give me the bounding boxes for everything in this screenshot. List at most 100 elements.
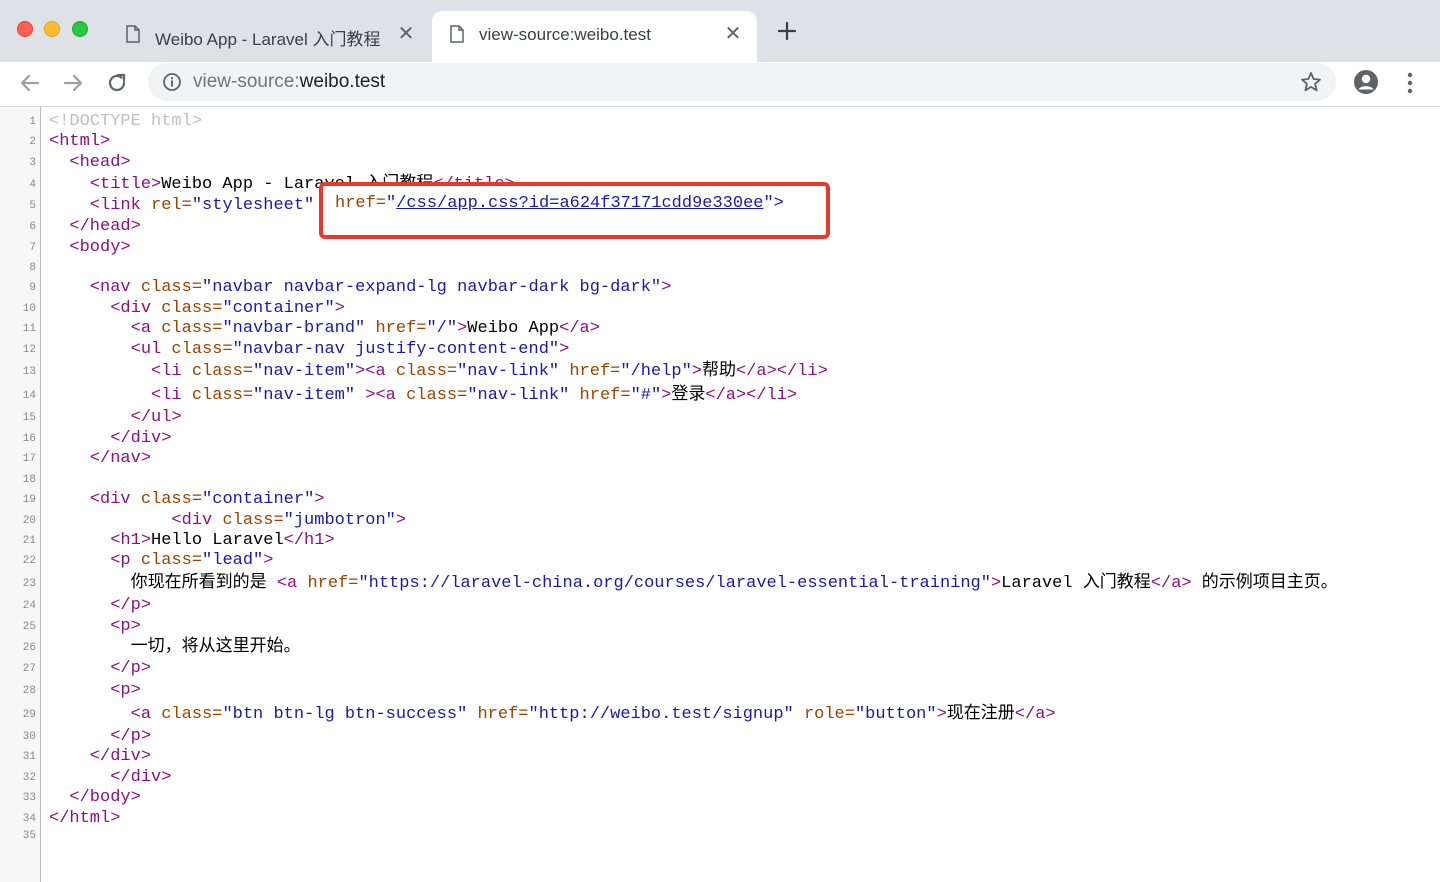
line-code: </ul> [49,407,182,429]
code-token-attr: href= [569,386,631,405]
code-token-val: "lead" [202,551,264,570]
bookmark-star-icon[interactable] [1300,71,1322,93]
code-token-tag: <a [276,574,308,593]
code-token-attr: class= [140,490,203,509]
line-number: 33 [22,792,36,804]
href-quote: " [386,194,397,213]
minimize-window-button[interactable] [44,21,60,37]
code-token-tag: > [395,511,407,530]
code-token-tag: > [334,299,345,318]
line-code: <link rel="stylesheet" [49,195,314,217]
code-token-tag: </a> [1014,705,1056,724]
line-number: 6 [29,221,36,233]
code-token-tag: <div [49,299,162,318]
line-code: </div> [49,746,151,768]
code-token-tag: </html> [49,809,121,828]
line-code: </p> [49,595,151,617]
code-token-val: "navbar navbar-expand-lg navbar-dark bg-… [202,278,662,297]
line-number: 32 [22,772,36,784]
stylesheet-link[interactable]: /css/app.css?id=a624f37171cdd9e330ee [396,194,763,213]
code-token-attr: class= [161,705,223,724]
code-token-tag: </div> [49,768,172,787]
line-code: <body> [49,237,131,259]
code-token-tag: </nav> [49,449,152,468]
forward-arrow-icon[interactable] [60,70,86,96]
url-host: weibo.test [299,71,386,92]
href-tail: "> [763,194,784,213]
close-icon[interactable]: ✕ [396,24,416,44]
line-code: <p class="lead"> [49,550,273,572]
line-number: 18 [22,474,36,486]
reload-icon[interactable] [104,70,130,96]
code-token-tag: <h1> [49,531,152,550]
code-token-tag: </a> [1150,574,1192,593]
code-token-attr: class= [161,299,223,318]
code-token-attr: href= [307,574,359,593]
line-code: </div> [49,767,171,789]
code-token-tag: <nav [49,278,141,297]
code-token-attr: class= [222,511,284,530]
line-code: </p> [49,658,151,680]
line-number: 30 [22,731,36,743]
line-code: </div> [49,428,171,450]
code-token-text: Laravel 入门教程 [1001,574,1151,593]
code-token-val: "/help" [620,362,692,381]
line-number: 4 [29,179,36,191]
tab-title: view-source:weibo.test [479,25,651,44]
line-number: 11 [22,323,36,335]
code-token-attr: rel= [151,196,192,215]
tab-view-source[interactable]: view-source:weibo.test ✕ [432,11,757,62]
line-code: <a class="btn btn-lg btn-success" href="… [49,704,1056,726]
code-token-tag: </p> [49,596,152,615]
line-code: <!DOCTYPE html> [49,111,202,133]
code-token-tag: <div [49,511,223,530]
code-token-tag: <body> [49,238,131,257]
line-number: 20 [22,515,36,527]
line-number: 25 [22,621,36,633]
info-icon[interactable] [162,72,182,92]
code-token-tag: ><a [355,386,407,405]
code-token-attr: href= [467,705,529,724]
zoom-window-button[interactable] [72,21,88,37]
line-code: </body> [49,787,141,809]
code-token-tag: > [661,278,672,297]
code-token-tag: </p> [49,659,152,678]
line-number: 16 [22,433,36,445]
code-token-tag: > [457,319,468,338]
code-token-val: "https://laravel-china.org/courses/larav… [358,574,991,593]
line-number: 10 [22,303,36,315]
code-token-val: "nav-link" [457,362,560,381]
line-code: 你现在所看到的是 <a href="https://laravel-china.… [49,573,1338,595]
code-token-tag: <link [49,196,152,215]
code-token-attr: class= [171,340,233,359]
code-token-tag: > [314,490,325,509]
close-icon[interactable]: ✕ [723,24,743,44]
tab-weibo-app[interactable]: Weibo App - Laravel 入门教程 ✕ [108,11,430,62]
more-menu-icon[interactable] [1400,70,1420,96]
line-code: <head> [49,152,130,174]
code-token-val: "nav-item" [253,386,356,405]
code-token-tag: </head> [49,217,141,236]
code-token-text: 现在注册 [946,705,1015,724]
code-token-tag: <div [49,490,141,509]
code-token-tag: > [263,551,274,570]
code-token-attr: role= [793,705,855,724]
code-token-text: 帮助 [701,362,736,381]
code-token-tag: > [691,362,702,381]
line-number: 23 [22,578,36,590]
code-token-tag: </div> [49,747,152,766]
line-number: 9 [29,282,36,294]
line-code: </nav> [49,448,151,470]
code-token-val: "container" [222,299,335,318]
code-token-tag: <a [49,319,162,338]
address-bar[interactable]: view-source:weibo.test [148,63,1336,101]
new-tab-plus-icon[interactable] [775,19,799,43]
code-token-tag: </ul> [49,408,182,427]
close-window-button[interactable] [17,21,33,37]
profile-avatar-icon[interactable] [1353,69,1379,95]
code-token-tag: </p> [49,727,152,746]
back-arrow-icon[interactable] [17,70,43,96]
line-number: 31 [22,751,36,763]
code-token-tag: ><a [355,362,396,381]
code-token-tag: </body> [49,788,141,807]
